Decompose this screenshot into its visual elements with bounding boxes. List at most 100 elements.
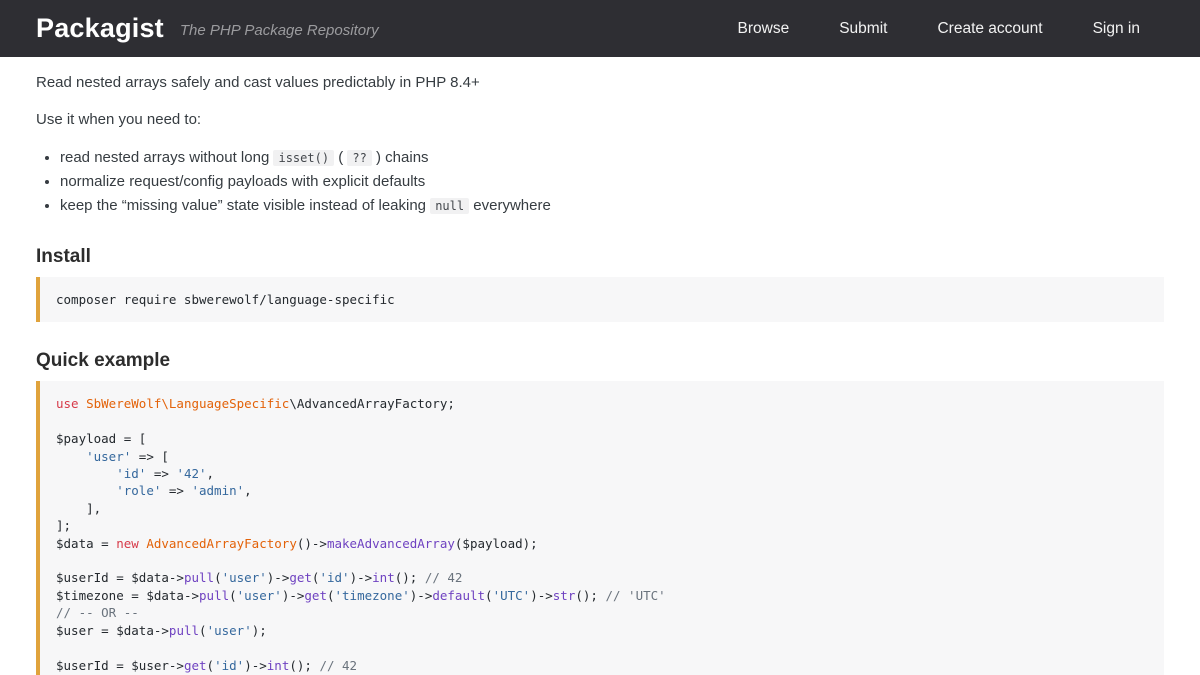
- code-token: 'timezone': [335, 588, 410, 603]
- code-token: [56, 449, 86, 464]
- code-token: str: [553, 588, 576, 603]
- code-token: =>: [146, 466, 176, 481]
- readme-intro: Read nested arrays safely and cast value…: [36, 72, 1164, 93]
- code-token: )->: [244, 658, 267, 673]
- brand-tagline: The PHP Package Repository: [180, 22, 379, 39]
- code-token: 'user': [222, 570, 267, 585]
- code-token: )->: [410, 588, 433, 603]
- code-token: $data: [116, 623, 154, 638]
- code-token: $data: [131, 570, 169, 585]
- code-token: ->: [169, 658, 184, 673]
- list-item: keep the “missing value” state visible i…: [60, 194, 1164, 218]
- code-token: );: [252, 623, 267, 638]
- code-token: AdvancedArrayFactory: [146, 536, 297, 551]
- code-token: => [: [131, 449, 169, 464]
- code-token: $userId: [56, 570, 109, 585]
- code-token: ,: [244, 483, 252, 498]
- code-token: new: [116, 536, 146, 551]
- code-token: $data: [146, 588, 184, 603]
- code-token: use: [56, 396, 86, 411]
- code-token: =: [109, 570, 132, 585]
- code-token: ];: [56, 518, 71, 533]
- list-item: read nested arrays without long isset() …: [60, 146, 1164, 170]
- code-token: 'user': [207, 623, 252, 638]
- code-token: get: [184, 658, 207, 673]
- install-code: composer require sbwerewolf/language-spe…: [56, 292, 395, 307]
- code-token: ->: [169, 570, 184, 585]
- code-token: SbWereWolf\LanguageSpecific: [86, 396, 289, 411]
- top-nav: Packagist The PHP Package Repository Bro…: [0, 0, 1200, 57]
- list-item: normalize request/config payloads with e…: [60, 170, 1164, 194]
- code-token: ();: [575, 588, 605, 603]
- code-token: )->: [267, 570, 290, 585]
- code-token: int: [267, 658, 290, 673]
- code-token: 'role': [116, 483, 161, 498]
- code-token: (: [327, 588, 335, 603]
- code-token: (: [207, 658, 215, 673]
- code-token: get: [289, 570, 312, 585]
- code-token: =: [94, 623, 117, 638]
- code-token: pull: [184, 570, 214, 585]
- inline-code: ??: [347, 150, 371, 166]
- nav-link-sign-in[interactable]: Sign in: [1093, 20, 1140, 38]
- feature-list: read nested arrays without long isset() …: [60, 146, 1164, 218]
- code-token: $data: [56, 536, 94, 551]
- code-token: makeAdvancedArray: [327, 536, 455, 551]
- code-token: )->: [350, 570, 373, 585]
- code-token: ();: [289, 658, 319, 673]
- code-token: (: [199, 623, 207, 638]
- code-token: $userId: [56, 658, 109, 673]
- code-token: $payload: [56, 431, 116, 446]
- code-token: ()->: [297, 536, 327, 551]
- code-token: (: [485, 588, 493, 603]
- code-token: [56, 483, 116, 498]
- code-token: $timezone: [56, 588, 124, 603]
- code-token: pull: [169, 623, 199, 638]
- code-token: )->: [530, 588, 553, 603]
- code-token: \AdvancedArrayFactory;: [289, 396, 455, 411]
- code-token: 'id': [116, 466, 146, 481]
- code-token: (: [229, 588, 237, 603]
- code-token: 'id': [214, 658, 244, 673]
- code-token: $user: [56, 623, 94, 638]
- example-code-block: use SbWereWolf\LanguageSpecific\Advanced…: [36, 381, 1164, 675]
- code-token: get: [304, 588, 327, 603]
- code-token: pull: [199, 588, 229, 603]
- code-token: '42': [176, 466, 206, 481]
- inline-code: isset(): [273, 150, 334, 166]
- install-code-block: composer require sbwerewolf/language-spe…: [36, 277, 1164, 322]
- inline-code: null: [430, 198, 469, 214]
- nav-link-create-account[interactable]: Create account: [937, 20, 1042, 38]
- main-nav: Browse Submit Create account Sign in: [738, 20, 1140, 38]
- code-token: 'UTC': [493, 588, 531, 603]
- code-token: 'id': [319, 570, 349, 585]
- code-token: (: [214, 570, 222, 585]
- code-token: ],: [56, 501, 101, 516]
- brand-logo[interactable]: Packagist: [36, 13, 164, 44]
- code-token: // -- OR --: [56, 605, 139, 620]
- code-token: 'user': [86, 449, 131, 464]
- code-token: $payload: [462, 536, 522, 551]
- code-token: =: [124, 588, 147, 603]
- code-token: = [: [116, 431, 146, 446]
- code-token: =>: [161, 483, 191, 498]
- code-token: ->: [154, 623, 169, 638]
- code-token: // 42: [319, 658, 357, 673]
- install-heading: Install: [36, 246, 1164, 268]
- readme-content: Read nested arrays safely and cast value…: [0, 57, 1200, 675]
- code-token: =: [109, 658, 132, 673]
- code-token: // 42: [425, 570, 463, 585]
- readme-use-when: Use it when you need to:: [36, 109, 1164, 130]
- code-token: 'user': [237, 588, 282, 603]
- nav-link-browse[interactable]: Browse: [738, 20, 790, 38]
- quick-example-heading: Quick example: [36, 350, 1164, 372]
- code-token: );: [523, 536, 538, 551]
- code-token: ();: [395, 570, 425, 585]
- code-token: ->: [184, 588, 199, 603]
- code-token: int: [372, 570, 395, 585]
- nav-link-submit[interactable]: Submit: [839, 20, 887, 38]
- code-token: )->: [282, 588, 305, 603]
- code-token: // 'UTC': [605, 588, 665, 603]
- code-token: ,: [207, 466, 215, 481]
- example-code: use SbWereWolf\LanguageSpecific\Advanced…: [56, 396, 666, 675]
